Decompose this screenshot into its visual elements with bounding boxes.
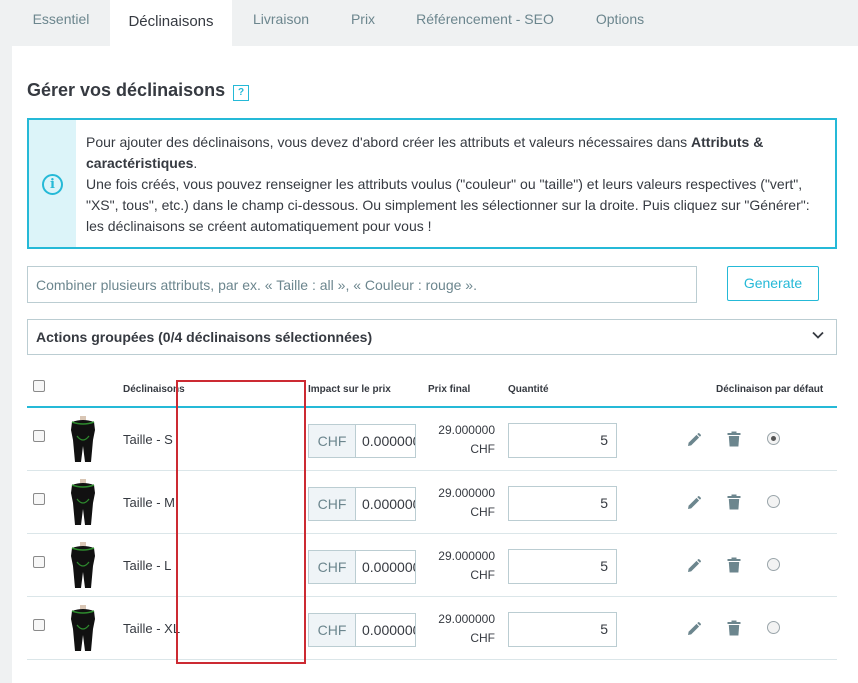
generate-button[interactable]: Generate (727, 266, 819, 301)
quantity-input[interactable]: 5 (508, 486, 617, 521)
info-icon-box: i (29, 120, 76, 247)
pencil-icon[interactable] (686, 432, 702, 448)
info-icon: i (42, 174, 63, 195)
trash-icon[interactable] (727, 557, 741, 573)
row-name: Taille - M (123, 495, 176, 510)
pencil-icon[interactable] (686, 495, 702, 511)
info-text-part-2: . (193, 155, 198, 171)
tab-essentiel[interactable]: Essentiel (12, 0, 110, 46)
impact-price-input[interactable]: 0.000000 (355, 550, 416, 584)
bulk-actions-label: Actions groupées (0/4 déclinaisons sélec… (36, 329, 373, 345)
header-quantite: Quantité (508, 384, 549, 395)
info-text: Pour ajouter des déclinaisons, vous deve… (86, 132, 826, 237)
final-price-value: 29.000000 (438, 549, 495, 563)
row-name: Taille - L (123, 558, 172, 573)
impact-price-input[interactable]: 0.000000 (355, 424, 416, 458)
highlight-box (176, 380, 306, 664)
chevron-down-icon (812, 331, 824, 339)
tab-livraison[interactable]: Livraison (238, 0, 324, 46)
pencil-icon[interactable] (686, 558, 702, 574)
quantity-input[interactable]: 5 (508, 612, 617, 647)
row-checkbox[interactable] (33, 430, 45, 442)
table-row: Taille - S CHF 0.000000 29.000000 CHF 5 (27, 408, 837, 471)
final-price: 29.000000 CHF (417, 547, 495, 585)
default-radio[interactable] (767, 495, 780, 508)
impact-price-input[interactable]: 0.000000 (355, 487, 416, 521)
info-text-part-3: Une fois créés, vous pouvez renseigner l… (86, 176, 810, 234)
default-radio[interactable] (767, 558, 780, 571)
trash-icon[interactable] (727, 620, 741, 636)
combine-attributes-input[interactable] (27, 266, 697, 303)
tab-referencement-seo[interactable]: Référencement - SEO (404, 0, 566, 46)
product-thumbnail (69, 605, 97, 653)
tab-options[interactable]: Options (580, 0, 660, 46)
product-thumbnail (69, 542, 97, 590)
impact-currency: CHF (308, 613, 356, 647)
impact-currency: CHF (308, 550, 356, 584)
default-radio[interactable] (767, 432, 780, 445)
bulk-actions-dropdown[interactable]: Actions groupées (0/4 déclinaisons sélec… (27, 319, 837, 355)
info-alert: i Pour ajouter des déclinaisons, vous de… (27, 118, 837, 249)
trash-icon[interactable] (727, 431, 741, 447)
final-price-currency: CHF (470, 505, 495, 519)
table-row: Taille - L CHF 0.000000 29.000000 CHF 5 (27, 534, 837, 597)
impact-currency: CHF (308, 487, 356, 521)
final-price-value: 29.000000 (438, 486, 495, 500)
row-name: Taille - XL (123, 621, 181, 636)
quantity-input[interactable]: 5 (508, 549, 617, 584)
product-thumbnail (69, 416, 97, 464)
final-price-currency: CHF (470, 631, 495, 645)
final-price-currency: CHF (470, 442, 495, 456)
final-price-currency: CHF (470, 568, 495, 582)
tab-bar: Essentiel Déclinaisons Livraison Prix Ré… (0, 0, 858, 46)
default-radio[interactable] (767, 621, 780, 634)
row-name: Taille - S (123, 432, 173, 447)
tab-prix[interactable]: Prix (336, 0, 390, 46)
header-prix-final: Prix final (428, 384, 471, 395)
row-checkbox[interactable] (33, 619, 45, 631)
quantity-input[interactable]: 5 (508, 423, 617, 458)
final-price: 29.000000 CHF (417, 484, 495, 522)
table-row: Taille - XL CHF 0.000000 29.000000 CHF 5 (27, 597, 837, 660)
table-row: Taille - M CHF 0.000000 29.000000 CHF 5 (27, 471, 837, 534)
impact-currency: CHF (308, 424, 356, 458)
trash-icon[interactable] (727, 494, 741, 510)
row-checkbox[interactable] (33, 556, 45, 568)
final-price-value: 29.000000 (438, 612, 495, 626)
impact-price-input[interactable]: 0.000000 (355, 613, 416, 647)
help-icon[interactable]: ? (233, 85, 249, 101)
row-checkbox[interactable] (33, 493, 45, 505)
final-price: 29.000000 CHF (417, 610, 495, 648)
final-price-value: 29.000000 (438, 423, 495, 437)
product-thumbnail (69, 479, 97, 527)
header-declinaison-defaut: Déclinaison par défaut (716, 384, 824, 395)
pencil-icon[interactable] (686, 621, 702, 637)
tab-declinaisons[interactable]: Déclinaisons (110, 0, 232, 46)
header-impact-prix: Impact sur le prix (308, 384, 391, 395)
info-text-part-1: Pour ajouter des déclinaisons, vous deve… (86, 134, 692, 150)
section-title: Gérer vos déclinaisons (27, 80, 226, 100)
final-price: 29.000000 CHF (417, 421, 495, 459)
select-all-checkbox[interactable] (33, 380, 45, 392)
